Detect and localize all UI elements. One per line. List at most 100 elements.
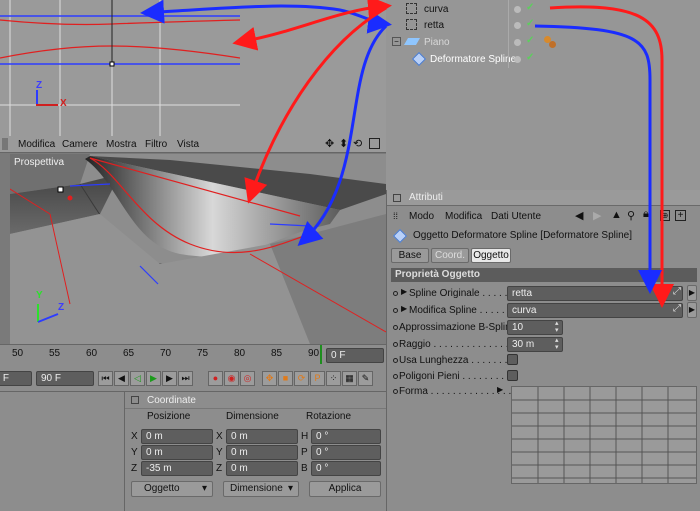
object-row-retta[interactable]: retta ✓	[392, 18, 692, 34]
end-frame-field[interactable]: 90 F	[36, 371, 94, 386]
size-x-field[interactable]: 0 m	[226, 429, 298, 444]
enabled-check-icon[interactable]: ✓	[526, 52, 534, 63]
anim-dot-icon[interactable]	[393, 374, 398, 379]
panel-close-box[interactable]	[393, 194, 401, 202]
anim-dot-icon[interactable]	[393, 308, 398, 313]
link-menu-button[interactable]: ▶	[687, 302, 697, 318]
next-frame-icon[interactable]: ▶	[162, 371, 177, 386]
key-points-icon[interactable]: ⁘	[326, 371, 341, 386]
play-icon[interactable]: ▶	[146, 371, 161, 386]
current-frame-field[interactable]: 0 F	[326, 348, 384, 363]
forward-arrow-icon[interactable]: ▶	[593, 209, 601, 222]
header-rotazione: Rotazione	[306, 411, 352, 422]
menu-modo[interactable]: Modo	[409, 211, 434, 222]
autokey-icon[interactable]: ◉	[224, 371, 239, 386]
start-frame-field[interactable]: 60 F	[0, 371, 32, 386]
visibility-dot[interactable]	[514, 6, 521, 13]
up-arrow-icon[interactable]: ▲	[611, 209, 622, 221]
add-icon[interactable]: +	[675, 210, 686, 221]
link-picker-icon[interactable]: ⤢	[673, 303, 681, 314]
back-arrow-icon[interactable]: ◀	[575, 209, 583, 222]
expand-arrow-icon[interactable]: ▶	[401, 304, 407, 313]
key-scale-icon[interactable]: ■	[278, 371, 293, 386]
stepper-icon[interactable]: ▴ ▾	[555, 320, 559, 334]
pos-z-field[interactable]: -35 m	[141, 461, 213, 476]
search-icon[interactable]: ⚲	[627, 209, 635, 222]
usa-lunghezza-checkbox[interactable]	[507, 354, 518, 365]
panel-close-box[interactable]	[131, 396, 139, 404]
rotate-view-icon[interactable]: ⟲	[353, 137, 362, 150]
menu-filtro[interactable]: Filtro	[145, 139, 167, 150]
link-picker-icon[interactable]: ⤢	[673, 286, 681, 297]
tab-oggetto[interactable]: Oggetto	[471, 248, 511, 263]
anim-dot-icon[interactable]	[393, 291, 398, 296]
visibility-dot[interactable]	[514, 39, 521, 46]
apply-button[interactable]: Applica	[309, 481, 381, 497]
key-position-icon[interactable]: ✥	[262, 371, 277, 386]
anim-dot-icon[interactable]	[393, 389, 398, 394]
material-tag-icon[interactable]	[544, 36, 556, 48]
pos-y-field[interactable]: 0 m	[141, 445, 213, 460]
menu-modifica[interactable]: Modifica	[18, 139, 55, 150]
object-row-piano[interactable]: − Piano ✓	[392, 35, 692, 51]
axis-z-label: Z	[58, 302, 65, 313]
stepper-icon[interactable]: ▴ ▾	[555, 337, 559, 351]
goto-end-icon[interactable]: ⏭	[178, 371, 193, 386]
anim-dot-icon[interactable]	[393, 342, 398, 347]
poligoni-pieni-label: Poligoni Pieni . . . . . . . .	[399, 371, 505, 382]
key-param-icon[interactable]: P	[310, 371, 325, 386]
menu-dati-utente[interactable]: Dati Utente	[491, 211, 541, 222]
raggio-label: Raggio . . . . . . . . . . . . . . .	[399, 339, 515, 350]
forma-expand-arrow-icon[interactable]: ▶	[497, 385, 503, 394]
rot-h-field[interactable]: 0 °	[311, 429, 381, 444]
object-label: curva	[424, 4, 449, 15]
play-back-icon[interactable]: ◁	[130, 371, 145, 386]
key-grid-icon[interactable]: ▦	[342, 371, 357, 386]
enabled-check-icon[interactable]: ✓	[526, 18, 534, 29]
size-mode-select[interactable]: Dimensione ▾	[223, 481, 299, 497]
key-script-icon[interactable]: ✎	[358, 371, 373, 386]
new-view-icon[interactable]: ⊕	[660, 210, 670, 221]
record-icon[interactable]: ●	[208, 371, 223, 386]
zoom-view-icon[interactable]: ⬍	[339, 137, 348, 150]
goto-start-icon[interactable]: ⏮	[98, 371, 113, 386]
keyframe-icon[interactable]: ◎	[240, 371, 255, 386]
forma-spline-graph[interactable]	[511, 386, 697, 484]
coordinate-mode-select[interactable]: Oggetto ▾	[131, 481, 213, 497]
rot-p-field[interactable]: 0 °	[311, 445, 381, 460]
rot-b-field[interactable]: 0 °	[311, 461, 381, 476]
size-y-field[interactable]: 0 m	[226, 445, 298, 460]
tab-base[interactable]: Base	[391, 248, 429, 263]
object-row-curva[interactable]: curva ✓	[392, 2, 692, 18]
visibility-dot[interactable]	[514, 56, 521, 63]
link-menu-button[interactable]: ▶	[687, 285, 697, 301]
rot-h-label: H	[301, 431, 309, 442]
timeline[interactable]: 50 55 60 65 70 75 80 85 90 0 F	[0, 344, 386, 365]
perspective-viewport[interactable]: Prospettiva Y Z	[10, 154, 386, 344]
enabled-check-icon[interactable]: ✓	[526, 35, 534, 46]
top-view[interactable]: Z X	[0, 0, 241, 136]
prev-frame-icon[interactable]: ◀	[114, 371, 129, 386]
pos-x-field[interactable]: 0 m	[141, 429, 213, 444]
visibility-dot[interactable]	[514, 22, 521, 29]
maximize-view-icon[interactable]	[369, 138, 380, 149]
object-row-deformatore[interactable]: Deformatore Spline ✓	[392, 51, 692, 68]
playhead[interactable]	[320, 345, 322, 365]
lock-icon[interactable]: 🔒︎	[643, 208, 649, 221]
tab-coord[interactable]: Coord.	[431, 248, 469, 263]
poligoni-pieni-checkbox[interactable]	[507, 370, 518, 381]
key-rotation-icon[interactable]: ⟳	[294, 371, 309, 386]
anim-dot-icon[interactable]	[393, 358, 398, 363]
collapse-icon[interactable]: −	[392, 37, 401, 46]
size-z-field[interactable]: 0 m	[226, 461, 298, 476]
menu-vista[interactable]: Vista	[177, 139, 199, 150]
spline-originale-link[interactable]: retta	[507, 286, 683, 301]
enabled-check-icon[interactable]: ✓	[526, 2, 534, 13]
menu-mostra[interactable]: Mostra	[106, 139, 137, 150]
menu-camere[interactable]: Camere	[62, 139, 98, 150]
modifica-spline-link[interactable]: curva	[507, 303, 683, 318]
menu-modifica-attr[interactable]: Modifica	[445, 211, 482, 222]
move-view-icon[interactable]: ✥	[325, 137, 334, 150]
expand-arrow-icon[interactable]: ▶	[401, 287, 407, 296]
anim-dot-icon[interactable]	[393, 325, 398, 330]
